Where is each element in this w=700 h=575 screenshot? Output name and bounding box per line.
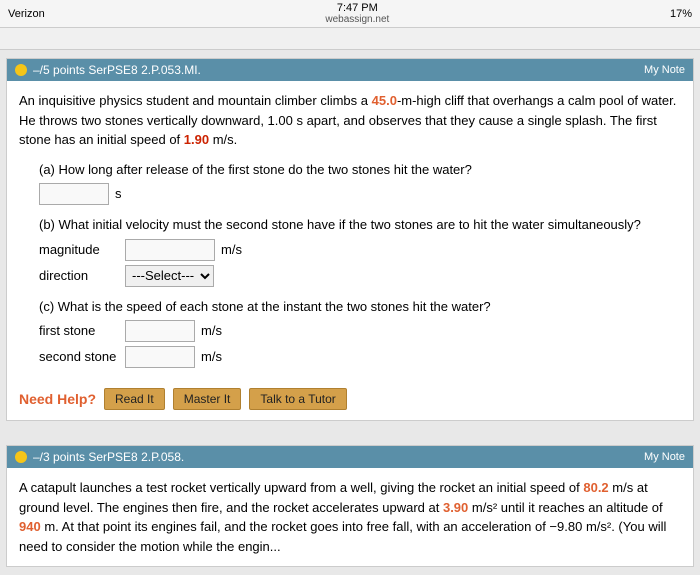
my-note-link-2[interactable]: My Note bbox=[644, 451, 685, 463]
second-stone-row: second stone m/s bbox=[39, 346, 681, 368]
card2-header-title: –/3 points SerPSE8 2.P.058. bbox=[33, 450, 184, 464]
card2-header-left: –/3 points SerPSE8 2.P.058. bbox=[15, 450, 184, 464]
second-stone-input[interactable] bbox=[125, 346, 195, 368]
card2-intro-text-1: A catapult launches a test rocket vertic… bbox=[19, 480, 583, 495]
problem-card-1: –/5 points SerPSE8 2.P.053.MI. My Note A… bbox=[6, 58, 694, 421]
card2-intro-text-4: m. At that point its engines fail, and t… bbox=[19, 519, 666, 554]
direction-select[interactable]: ---Select--- upward downward bbox=[125, 265, 214, 287]
my-note-link-1[interactable]: My Note bbox=[644, 64, 685, 76]
card1-header-right: My Note bbox=[644, 64, 685, 76]
card1-intro-text-1: An inquisitive physics student and mount… bbox=[19, 93, 372, 108]
read-it-button[interactable]: Read It bbox=[104, 388, 165, 410]
card2-intro-paragraph: A catapult launches a test rocket vertic… bbox=[19, 478, 681, 556]
problem-card-2: –/3 points SerPSE8 2.P.058. My Note A ca… bbox=[6, 445, 694, 567]
battery-label: 17% bbox=[670, 8, 692, 20]
part-b-block: (b) What initial velocity must the secon… bbox=[39, 215, 681, 287]
part-a-input-row: s bbox=[39, 183, 681, 205]
carrier-label: Verizon bbox=[8, 8, 45, 20]
card1-highlight1: 45.0 bbox=[372, 93, 397, 108]
card-divider bbox=[0, 429, 700, 437]
master-it-button[interactable]: Master It bbox=[173, 388, 242, 410]
time-website: 7:47 PM webassign.net bbox=[325, 2, 389, 25]
card2-body: A catapult launches a test rocket vertic… bbox=[7, 468, 693, 566]
card2-intro-text-3: m/s² until it reaches an altitude of bbox=[468, 500, 662, 515]
part-b-magnitude-row: magnitude m/s bbox=[39, 239, 681, 261]
gold-dot-icon-2 bbox=[15, 451, 27, 463]
part-a-block: (a) How long after release of the first … bbox=[39, 160, 681, 206]
part-b-direction-row: direction ---Select--- upward downward bbox=[39, 265, 681, 287]
part-a-input[interactable] bbox=[39, 183, 109, 205]
direction-label: direction bbox=[39, 266, 119, 286]
magnitude-label: magnitude bbox=[39, 240, 119, 260]
first-stone-row: first stone m/s bbox=[39, 320, 681, 342]
need-help-label: Need Help? bbox=[19, 389, 96, 410]
card1-highlight2: 1.90 bbox=[184, 132, 209, 147]
card2-header: –/3 points SerPSE8 2.P.058. My Note bbox=[7, 446, 693, 468]
status-bar: Verizon 7:47 PM webassign.net 17% bbox=[0, 0, 700, 28]
second-stone-unit: m/s bbox=[201, 347, 222, 367]
magnitude-unit: m/s bbox=[221, 240, 242, 260]
card1-header-left: –/5 points SerPSE8 2.P.053.MI. bbox=[15, 63, 201, 77]
part-c-block: (c) What is the speed of each stone at t… bbox=[39, 297, 681, 369]
card1-intro-paragraph: An inquisitive physics student and mount… bbox=[19, 91, 681, 150]
part-c-label: (c) What is the speed of each stone at t… bbox=[39, 297, 681, 317]
card1-header-title: –/5 points SerPSE8 2.P.053.MI. bbox=[33, 63, 201, 77]
talk-to-tutor-button[interactable]: Talk to a Tutor bbox=[249, 388, 346, 410]
part-b-label: (b) What initial velocity must the secon… bbox=[39, 215, 681, 235]
magnitude-input[interactable] bbox=[125, 239, 215, 261]
part-a-label: (a) How long after release of the first … bbox=[39, 160, 681, 180]
card1-intro-text-3: m/s. bbox=[209, 132, 237, 147]
help-bar: Need Help? Read It Master It Talk to a T… bbox=[19, 380, 681, 410]
gold-dot-icon bbox=[15, 64, 27, 76]
website-label: webassign.net bbox=[325, 14, 389, 25]
card2-highlight1: 80.2 bbox=[583, 480, 608, 495]
second-stone-label: second stone bbox=[39, 347, 119, 367]
first-stone-label: first stone bbox=[39, 321, 119, 341]
first-stone-input[interactable] bbox=[125, 320, 195, 342]
card2-highlight3: 940 bbox=[19, 519, 41, 534]
card2-header-right: My Note bbox=[644, 451, 685, 463]
card1-header: –/5 points SerPSE8 2.P.053.MI. My Note bbox=[7, 59, 693, 81]
time-label: 7:47 PM bbox=[325, 2, 389, 14]
top-nav-bar bbox=[0, 28, 700, 50]
card1-body: An inquisitive physics student and mount… bbox=[7, 81, 693, 420]
card2-highlight2: 3.90 bbox=[443, 500, 468, 515]
first-stone-unit: m/s bbox=[201, 321, 222, 341]
part-a-unit: s bbox=[115, 184, 122, 204]
